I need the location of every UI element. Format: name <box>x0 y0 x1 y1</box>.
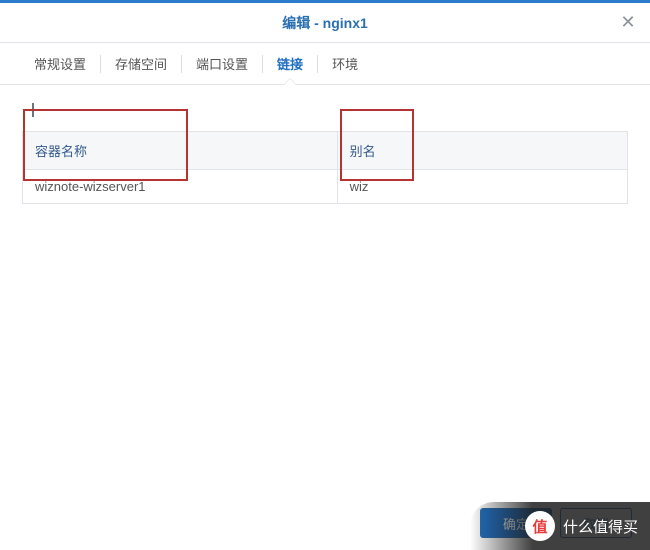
add-button[interactable] <box>22 99 44 121</box>
table-header-row: 容器名称 别名 <box>23 132 628 170</box>
tab-environment[interactable]: 环境 <box>318 43 372 84</box>
watermark: 值 什么值得买 <box>470 502 650 550</box>
tab-bar: 常规设置 存储空间 端口设置 链接 环境 <box>0 43 650 85</box>
links-table: 容器名称 别名 wiznote-wizserver1 wiz <box>22 131 628 204</box>
tab-volume[interactable]: 存储空间 <box>101 43 181 84</box>
tab-label: 环境 <box>332 54 358 73</box>
tab-label: 存储空间 <box>115 54 167 73</box>
col-container-name[interactable]: 容器名称 <box>23 132 338 170</box>
toolbar <box>0 85 650 131</box>
titlebar: 编辑 - nginx1 ✕ <box>0 3 650 43</box>
close-button[interactable]: ✕ <box>616 11 640 35</box>
dialog-title: 编辑 - nginx1 <box>282 13 368 33</box>
tab-port[interactable]: 端口设置 <box>182 43 262 84</box>
watermark-badge: 值 <box>525 511 555 541</box>
tab-label: 链接 <box>277 54 303 73</box>
table-row[interactable]: wiznote-wizserver1 wiz <box>23 170 628 204</box>
tab-links[interactable]: 链接 <box>263 43 317 84</box>
watermark-text: 什么值得买 <box>563 516 638 537</box>
tab-label: 常规设置 <box>34 54 86 73</box>
close-icon: ✕ <box>620 12 635 33</box>
minus-icon <box>60 101 78 119</box>
tab-general[interactable]: 常规设置 <box>20 43 100 84</box>
cell-container-name: wiznote-wizserver1 <box>23 170 338 204</box>
links-table-wrap: 容器名称 别名 wiznote-wizserver1 wiz <box>0 131 650 204</box>
col-alias[interactable]: 别名 <box>337 132 627 170</box>
tab-label: 端口设置 <box>196 54 248 73</box>
remove-button[interactable] <box>58 99 80 121</box>
plus-icon <box>24 101 42 119</box>
cell-alias: wiz <box>337 170 627 204</box>
edit-dialog: 编辑 - nginx1 ✕ 常规设置 存储空间 端口设置 链接 环境 容器名称 … <box>0 0 650 550</box>
